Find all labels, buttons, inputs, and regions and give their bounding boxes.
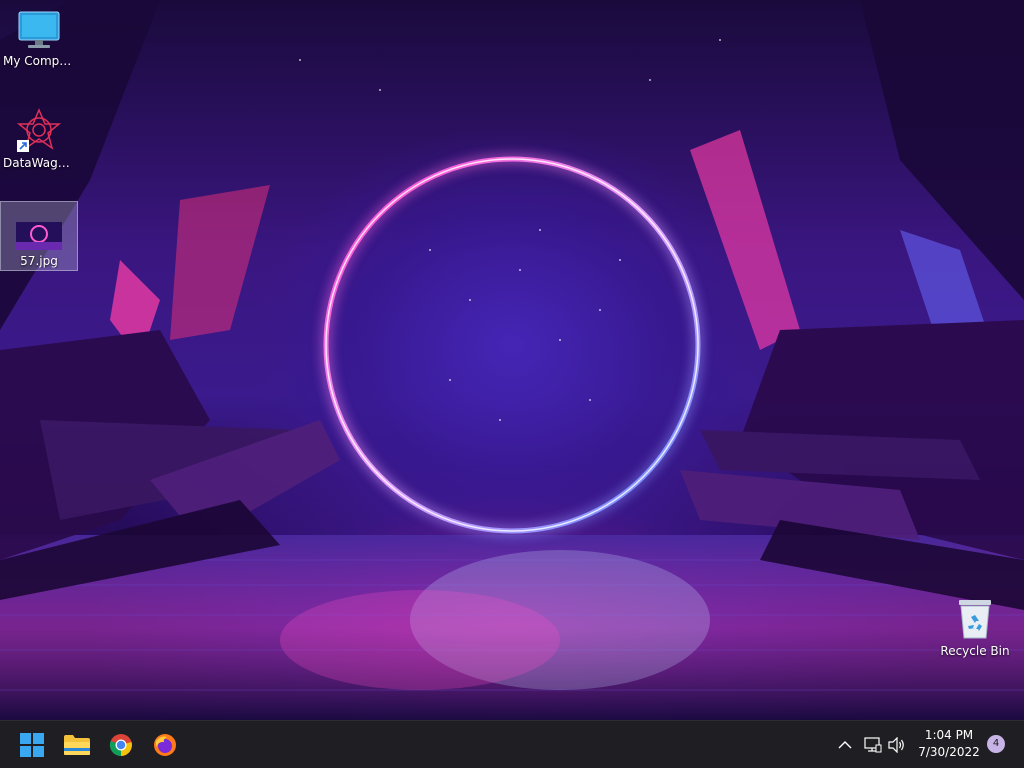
desktop: My Computer DataWagon... 57.jpg Recycle …: [0, 0, 1024, 720]
show-hidden-icons-button[interactable]: [834, 734, 856, 756]
desktop-icon-57-jpg[interactable]: 57.jpg: [0, 201, 78, 271]
desktop-icon-datawagon[interactable]: DataWagon...: [1, 102, 77, 174]
taskbar-firefox-button[interactable]: [147, 727, 183, 763]
datawagon-shortcut-icon: [17, 108, 61, 152]
notification-count-badge[interactable]: 4: [987, 735, 1005, 753]
desktop-icon-label: DataWagon...: [3, 156, 77, 170]
desktop-icon-label: 57.jpg: [20, 254, 58, 268]
monitor-icon: [18, 11, 60, 48]
taskbar: 1:04 PM 7/30/2022: [0, 720, 1024, 768]
desktop-icon-label: Recycle Bin: [940, 644, 1010, 658]
image-file-icon: [16, 222, 62, 250]
wallpaper: [0, 0, 1024, 720]
firefox-icon: [154, 734, 176, 756]
chrome-icon: [109, 734, 132, 757]
network-icon: [864, 737, 882, 753]
recycle-bin-icon: [959, 600, 991, 639]
folder-icon: [64, 735, 90, 755]
desktop-icon-my-computer[interactable]: My Computer: [1, 4, 77, 76]
network-status-button[interactable]: [862, 734, 884, 756]
clock[interactable]: 1:04 PM 7/30/2022: [906, 727, 992, 763]
taskbar-file-explorer-button[interactable]: [59, 727, 95, 763]
volume-button[interactable]: [886, 734, 908, 756]
desktop-icon-recycle-bin[interactable]: Recycle Bin: [937, 592, 1013, 664]
taskbar-chrome-button[interactable]: [103, 727, 139, 763]
desktop-icon-label: My Computer: [3, 54, 77, 68]
clock-date: 7/30/2022: [918, 745, 980, 759]
windows-start-icon: [20, 733, 44, 757]
start-button[interactable]: [14, 727, 50, 763]
chevron-up-icon: [838, 741, 852, 749]
volume-icon: [888, 737, 904, 753]
clock-time: 1:04 PM: [924, 728, 974, 742]
